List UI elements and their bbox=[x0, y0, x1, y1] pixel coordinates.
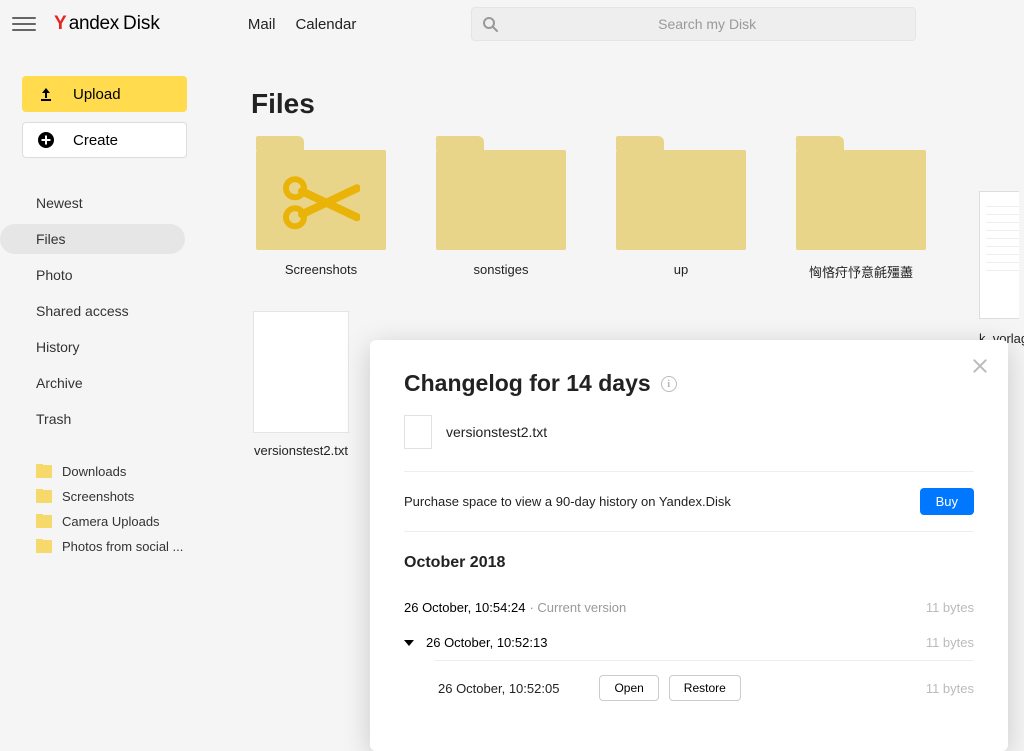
nav-shared-access[interactable]: Shared access bbox=[0, 296, 185, 326]
folder-icon bbox=[36, 515, 52, 528]
folder-icon bbox=[36, 490, 52, 503]
scissors-icon bbox=[282, 175, 360, 230]
nav-history[interactable]: History bbox=[0, 332, 185, 362]
version-group[interactable]: 26 October, 10:52:13 11 bytes bbox=[404, 625, 974, 660]
version-timestamp: 26 October, 10:52:13 bbox=[426, 635, 547, 650]
modal-title-text: Changelog for 14 days bbox=[404, 370, 651, 397]
modal-file-row: versionstest2.txt bbox=[404, 415, 974, 449]
version-timestamp: 26 October, 10:52:05 bbox=[438, 681, 559, 696]
file-kvorlag[interactable]: k_vorlag bbox=[979, 191, 1024, 346]
caret-down-icon[interactable] bbox=[404, 640, 414, 646]
folder-icon bbox=[436, 150, 566, 250]
nav-trash[interactable]: Trash bbox=[0, 404, 185, 434]
create-button[interactable]: Create bbox=[22, 122, 187, 158]
version-sub: 26 October, 10:52:05 Open Restore 11 byt… bbox=[434, 660, 974, 715]
logo[interactable]: Yandex Disk bbox=[54, 13, 160, 35]
modal-title: Changelog for 14 days i bbox=[404, 370, 974, 397]
version-timestamp: 26 October, 10:54:24 bbox=[404, 600, 525, 615]
folder-up[interactable]: up bbox=[611, 150, 751, 281]
version-size: 11 bytes bbox=[926, 681, 974, 696]
search-wrap: Search my Disk bbox=[374, 7, 1012, 41]
quick-folder-photos-social[interactable]: Photos from social ... bbox=[36, 539, 196, 554]
page-title: Files bbox=[251, 88, 1024, 120]
folder-grid: Screenshots sonstiges up 恟悋疛忬意毹殭藎 bbox=[251, 150, 1024, 281]
folder-label: Screenshots bbox=[285, 262, 357, 277]
modal-file-name: versionstest2.txt bbox=[446, 424, 547, 440]
version-size: 11 bytes bbox=[926, 600, 974, 615]
folder-label: 恟悋疛忬意毹殭藎 bbox=[809, 262, 913, 281]
version-size: 11 bytes bbox=[926, 635, 974, 650]
version-note: · Current version bbox=[529, 600, 626, 615]
quick-folder-label: Downloads bbox=[62, 464, 126, 479]
month-heading: October 2018 bbox=[404, 554, 974, 572]
folder-label: up bbox=[674, 262, 688, 277]
file-icon bbox=[404, 415, 432, 449]
sidebar-nav: Newest Files Photo Shared access History… bbox=[0, 188, 215, 434]
file-icon bbox=[253, 311, 349, 433]
nav-files[interactable]: Files bbox=[0, 224, 185, 254]
hamburger-menu-icon[interactable] bbox=[12, 12, 36, 36]
folder-icon bbox=[616, 150, 746, 250]
nav-photo[interactable]: Photo bbox=[0, 260, 185, 290]
purchase-text: Purchase space to view a 90-day history … bbox=[404, 494, 731, 509]
folder-icon bbox=[256, 150, 386, 250]
open-button[interactable]: Open bbox=[599, 675, 658, 701]
folder-icon bbox=[36, 540, 52, 553]
info-icon[interactable]: i bbox=[661, 376, 677, 392]
folder-label: sonstiges bbox=[474, 262, 529, 277]
close-icon[interactable] bbox=[970, 356, 990, 376]
quick-folder-label: Photos from social ... bbox=[62, 539, 183, 554]
nav-newest[interactable]: Newest bbox=[0, 188, 185, 218]
restore-button[interactable]: Restore bbox=[669, 675, 741, 701]
quick-folder-downloads[interactable]: Downloads bbox=[36, 464, 196, 479]
plus-circle-icon bbox=[37, 131, 55, 149]
folder-icon bbox=[796, 150, 926, 250]
folder-screenshots[interactable]: Screenshots bbox=[251, 150, 391, 281]
folder-icon bbox=[36, 465, 52, 478]
document-icon bbox=[979, 191, 1019, 319]
quick-folder-screenshots[interactable]: Screenshots bbox=[36, 489, 196, 504]
file-versionstest2[interactable]: versionstest2.txt bbox=[251, 311, 351, 458]
logo-rest: andex bbox=[69, 13, 119, 35]
search-placeholder: Search my Disk bbox=[510, 16, 905, 32]
header-link-calendar[interactable]: Calendar bbox=[295, 16, 356, 33]
file-label: versionstest2.txt bbox=[254, 443, 348, 458]
upload-icon bbox=[37, 86, 55, 102]
buy-button[interactable]: Buy bbox=[920, 488, 974, 515]
purchase-banner: Purchase space to view a 90-day history … bbox=[404, 471, 974, 532]
folder-sonstiges[interactable]: sonstiges bbox=[431, 150, 571, 281]
upload-button[interactable]: Upload bbox=[22, 76, 187, 112]
header: Yandex Disk Mail Calendar Search my Disk bbox=[0, 0, 1024, 48]
quick-folder-label: Screenshots bbox=[62, 489, 134, 504]
upload-label: Upload bbox=[73, 86, 121, 103]
header-link-mail[interactable]: Mail bbox=[248, 16, 276, 33]
quick-folder-label: Camera Uploads bbox=[62, 514, 160, 529]
search-input[interactable]: Search my Disk bbox=[471, 7, 916, 41]
logo-letter: Y bbox=[54, 13, 67, 35]
logo-product: Disk bbox=[123, 13, 160, 35]
header-links: Mail Calendar bbox=[248, 16, 356, 33]
sidebar: Upload Create Newest Files Photo Shared … bbox=[0, 48, 215, 751]
sidebar-quick-folders: Downloads Screenshots Camera Uploads Pho… bbox=[0, 464, 215, 554]
version-current[interactable]: 26 October, 10:54:24 · Current version 1… bbox=[404, 590, 974, 625]
changelog-modal: Changelog for 14 days i versionstest2.tx… bbox=[370, 340, 1008, 751]
create-label: Create bbox=[73, 132, 118, 149]
folder-cjk[interactable]: 恟悋疛忬意毹殭藎 bbox=[791, 150, 931, 281]
search-icon bbox=[482, 16, 498, 32]
nav-archive[interactable]: Archive bbox=[0, 368, 185, 398]
quick-folder-camera-uploads[interactable]: Camera Uploads bbox=[36, 514, 196, 529]
